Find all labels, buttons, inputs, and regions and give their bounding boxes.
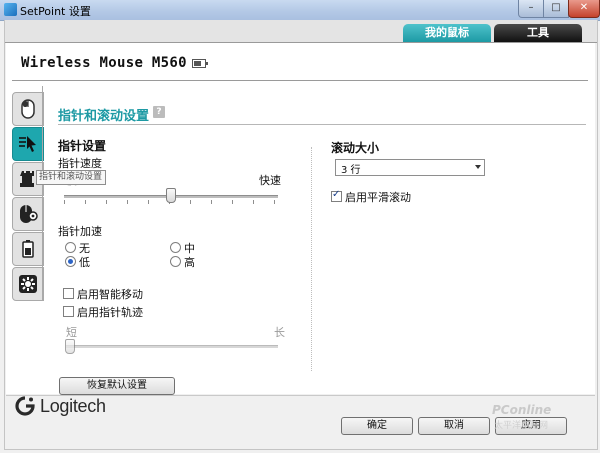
brand-name: Logitech [40,395,106,416]
side-tab-mouse-settings[interactable] [12,197,44,231]
trail-long-label: 长 [274,326,285,339]
pointer-accel-label: 指针加速 [58,225,102,238]
pointer-settings-heading: 指针设置 [58,139,107,153]
tooltip: 指针和滚动设置 [36,170,106,185]
scroll-size-heading: 滚动大小 [331,141,380,155]
section-divider [58,124,586,125]
speed-fast-label: 快速 [259,174,281,187]
watermark-subtext: 太平洋电脑网 [494,421,549,431]
column-divider [311,147,312,371]
smooth-scroll-label: 启用平滑滚动 [345,191,411,204]
pointer-trails-label: 启用指针轨迹 [77,306,143,319]
maximize-button[interactable]: □ [543,0,569,18]
setpoint-app-icon [4,3,17,16]
accel-medium-radio[interactable] [170,242,181,253]
trail-length-slider[interactable] [65,339,75,354]
cancel-button[interactable]: 取消 [418,417,490,435]
logitech-g-icon [15,396,35,416]
side-tab-options[interactable] [12,267,44,301]
accel-high-radio[interactable] [170,256,181,267]
pointer-speed-slider[interactable] [166,188,176,203]
minimize-button[interactable]: – [518,0,544,18]
game-rook-icon [20,171,34,187]
battery-status-icon [192,59,208,68]
main-window: 我的鼠标 工具 Wireless Mouse M560 指针和滚动设置 ? 指针… [4,20,598,450]
smart-move-label: 启用智能移动 [77,288,143,301]
smooth-scroll-checkbox[interactable] [331,189,342,202]
chevron-down-icon [475,165,481,169]
top-tab-strip: 我的鼠标 工具 [5,20,597,43]
divider [12,80,588,81]
trail-short-label: 短 [66,326,77,339]
accel-low-label: 低 [79,256,90,269]
ok-button[interactable]: 确定 [341,417,413,435]
battery-icon [22,240,34,258]
pointer-trails-checkbox[interactable] [63,306,74,317]
scroll-lines-value: 3 行 [341,165,361,176]
window-titlebar: SetPoint 设置 – □ ✕ [0,0,600,21]
accel-high-label: 高 [184,256,195,269]
restore-defaults-button[interactable]: 恢复默认设置 [59,377,175,395]
watermark-text: PConline [492,403,552,417]
mouse-buttons-icon [21,99,35,119]
scroll-lines-dropdown[interactable]: 3 行 [335,159,485,176]
side-tab-pointer[interactable] [12,127,44,161]
accel-low-radio[interactable] [65,256,76,267]
close-button[interactable]: ✕ [568,0,600,18]
options-icon [19,275,37,293]
help-icon[interactable]: ? [153,106,165,118]
pointer-speed-label: 指针速度 [58,157,102,170]
side-tab-mouse-buttons[interactable] [12,92,44,126]
mouse-settings-icon [20,205,38,223]
pointer-icon [19,136,36,152]
section-title: 指针和滚动设置 [58,109,150,124]
side-tab-border [42,86,43,301]
settings-panel: Wireless Mouse M560 指针和滚动设置 ? 指针设置 指针速度 … [6,43,595,395]
side-tab-battery[interactable] [12,232,44,266]
smart-move-checkbox[interactable] [63,288,74,299]
logitech-logo: Logitech [14,395,106,417]
device-name: Wireless Mouse M560 [21,55,187,71]
tab-tools[interactable]: 工具 [494,24,582,42]
trail-length-slider-track [66,345,278,348]
accel-none-radio[interactable] [65,242,76,253]
tab-my-mouse[interactable]: 我的鼠标 [403,24,491,42]
window-title: SetPoint 设置 [20,5,91,18]
